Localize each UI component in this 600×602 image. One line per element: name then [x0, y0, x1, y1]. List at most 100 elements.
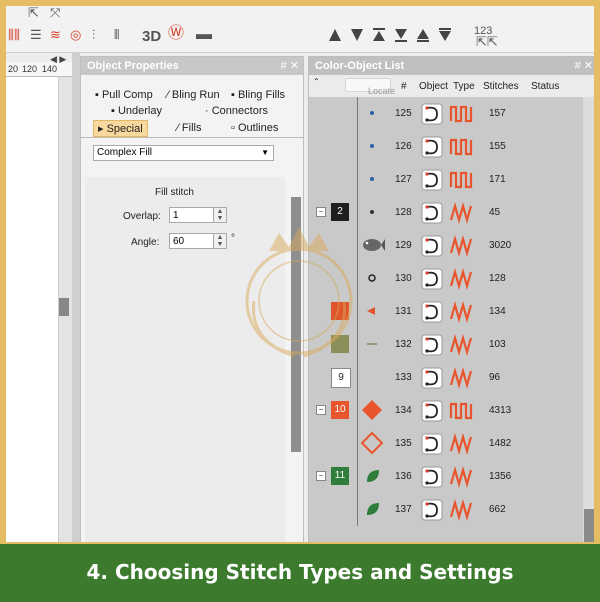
reshape-tool-icon[interactable]: ⤧ [50, 6, 60, 20]
tab-underlay[interactable]: ▪ Underlay [111, 105, 162, 117]
col-object[interactable]: Object [419, 81, 448, 92]
stitch-count: 4313 [489, 405, 512, 416]
col-number[interactable]: # [401, 81, 407, 92]
move-first-icon[interactable] [416, 28, 430, 42]
object-number: 136 [395, 471, 412, 482]
tab-label: Outlines [237, 122, 279, 134]
color-swatch[interactable]: 2 [331, 203, 349, 221]
move-up-icon[interactable] [328, 28, 342, 42]
object-number: 133 [395, 372, 412, 383]
col-status[interactable]: Status [531, 81, 559, 92]
angle-stepper[interactable]: 60 ▲ ▼ [169, 233, 227, 249]
lines-icon[interactable]: ☰ [30, 28, 42, 42]
canvas-scroll-thumb[interactable] [59, 298, 69, 316]
stitch-count: 662 [489, 504, 506, 515]
list-item[interactable]: 126 155 [309, 130, 579, 163]
tab-outlines[interactable]: ▫ Outlines [231, 122, 278, 134]
object-number: 132 [395, 339, 412, 350]
color-object-list-title-bar: Color-Object List # ✕ [309, 57, 594, 75]
panel-controls[interactable]: # ✕ [281, 57, 299, 75]
tab-bling-run[interactable]: ∕ Bling Run [167, 89, 220, 101]
panel-title: Color-Object List [315, 60, 405, 72]
3d-view-button[interactable]: 3D [142, 28, 161, 45]
tab-label: Special [106, 123, 143, 135]
object-number: 134 [395, 405, 412, 416]
stitch-pattern-icon[interactable]: ⫼⫼ [8, 28, 20, 42]
list-item[interactable]: −10 134 4313 [309, 394, 579, 427]
ruler-nav-arrows[interactable]: ◀ ▶ [50, 54, 66, 65]
object-number: 130 [395, 273, 412, 284]
swatch-number: 9 [338, 372, 344, 383]
circle-stitch-icon[interactable]: ◎ [70, 28, 81, 42]
comb-icon[interactable]: ⫶ [92, 28, 95, 42]
color-swatch[interactable]: 11 [331, 467, 349, 485]
move-bottom-icon[interactable] [394, 28, 408, 42]
stitch-type-icon [449, 268, 473, 290]
ruler-tick: 140 [42, 64, 58, 74]
list-item[interactable]: 135 1482 [309, 427, 579, 460]
stitch-type-icon [449, 105, 473, 123]
move-last-icon[interactable] [438, 28, 452, 42]
list-item[interactable]: 127 171 [309, 163, 579, 196]
list-item[interactable]: 137 662 [309, 493, 579, 526]
angle-label: Angle: [131, 237, 160, 248]
move-top-icon[interactable] [372, 28, 386, 42]
tree-connector [357, 427, 358, 460]
object-number: 129 [395, 240, 412, 251]
panel-controls[interactable]: # ✕ [575, 57, 593, 75]
stitch-count: 134 [489, 306, 506, 317]
object-number: 127 [395, 174, 412, 185]
expand-toggle[interactable]: − [316, 405, 326, 415]
stitch-count: 103 [489, 339, 506, 350]
stitch-type-icon [449, 433, 473, 455]
list-scrollbar[interactable] [583, 97, 594, 542]
object-type-icon [421, 202, 443, 224]
tab-pull-comp[interactable]: ▪ Pull Comp [95, 89, 153, 101]
object-type-icon [421, 433, 443, 455]
chevron-down-icon: ▼ [261, 148, 269, 157]
color-swatch[interactable]: 9 [331, 368, 351, 388]
tab-special[interactable]: ▸ Special [93, 120, 148, 137]
locate-input[interactable]: Locate [345, 78, 395, 96]
stitch-count: 128 [489, 273, 506, 284]
list-item[interactable]: −11 136 1356 [309, 460, 579, 493]
list-item[interactable]: 125 157 [309, 97, 579, 130]
list-scroll-thumb[interactable] [584, 509, 594, 542]
move-down-icon[interactable] [350, 28, 364, 42]
caption-text: 4. Choosing Stitch Types and Settings [86, 560, 514, 584]
stitch-type-icon [449, 202, 473, 224]
cursor-sequence-icon[interactable]: ⇱⇱ [476, 35, 498, 49]
stepper-arrows-icon[interactable]: ▲ ▼ [213, 208, 226, 222]
sort-icon[interactable]: ⌃ [313, 77, 320, 86]
object-thumbnail [370, 111, 374, 115]
select-tool-icon[interactable]: ⇱ [28, 6, 39, 20]
tab-label: Bling Run [171, 89, 220, 101]
tab-label: Bling Fills [237, 89, 286, 101]
overlap-stepper[interactable]: 1 ▲ ▼ [169, 207, 227, 223]
tab-connectors[interactable]: · Connectors [205, 105, 268, 117]
screenshot: ⫼⫼ ☰ ≋ ◎ ⫶ ⫴ 3D Ⓦ ▬ ⇱ ⤧ 123 ⇱⇱ 20 120 14… [6, 6, 594, 542]
tab-fills[interactable]: ∕ Fills [177, 122, 201, 134]
swatch-number: 2 [337, 206, 343, 217]
minus-icon[interactable]: ▬ [196, 27, 212, 43]
stitch-type-icon [449, 499, 473, 521]
col-type[interactable]: Type [453, 81, 475, 92]
stitch-count: 3020 [489, 240, 512, 251]
tree-connector [357, 493, 358, 526]
stitch-type-icon [449, 235, 473, 257]
col-stitches[interactable]: Stitches [483, 81, 519, 92]
expand-toggle[interactable]: − [316, 207, 326, 217]
columns-icon[interactable]: ⫴ [114, 28, 119, 42]
expand-toggle[interactable]: − [316, 471, 326, 481]
fill-type-select[interactable]: Complex Fill ▼ [93, 145, 274, 161]
stitch-count: 1356 [489, 471, 512, 482]
wave-stitch-icon[interactable]: ≋ [50, 28, 61, 42]
caption-banner: 4. Choosing Stitch Types and Settings [0, 542, 600, 602]
tab-label: Pull Comp [101, 89, 153, 101]
tab-bling-fills[interactable]: ▪ Bling Fills [231, 89, 285, 101]
color-swatch[interactable]: 10 [331, 401, 349, 419]
overlap-value: 1 [173, 210, 179, 221]
tab-label: Connectors [211, 105, 268, 117]
wilcom-logo-icon[interactable]: Ⓦ [168, 26, 184, 42]
object-number: 135 [395, 438, 412, 449]
